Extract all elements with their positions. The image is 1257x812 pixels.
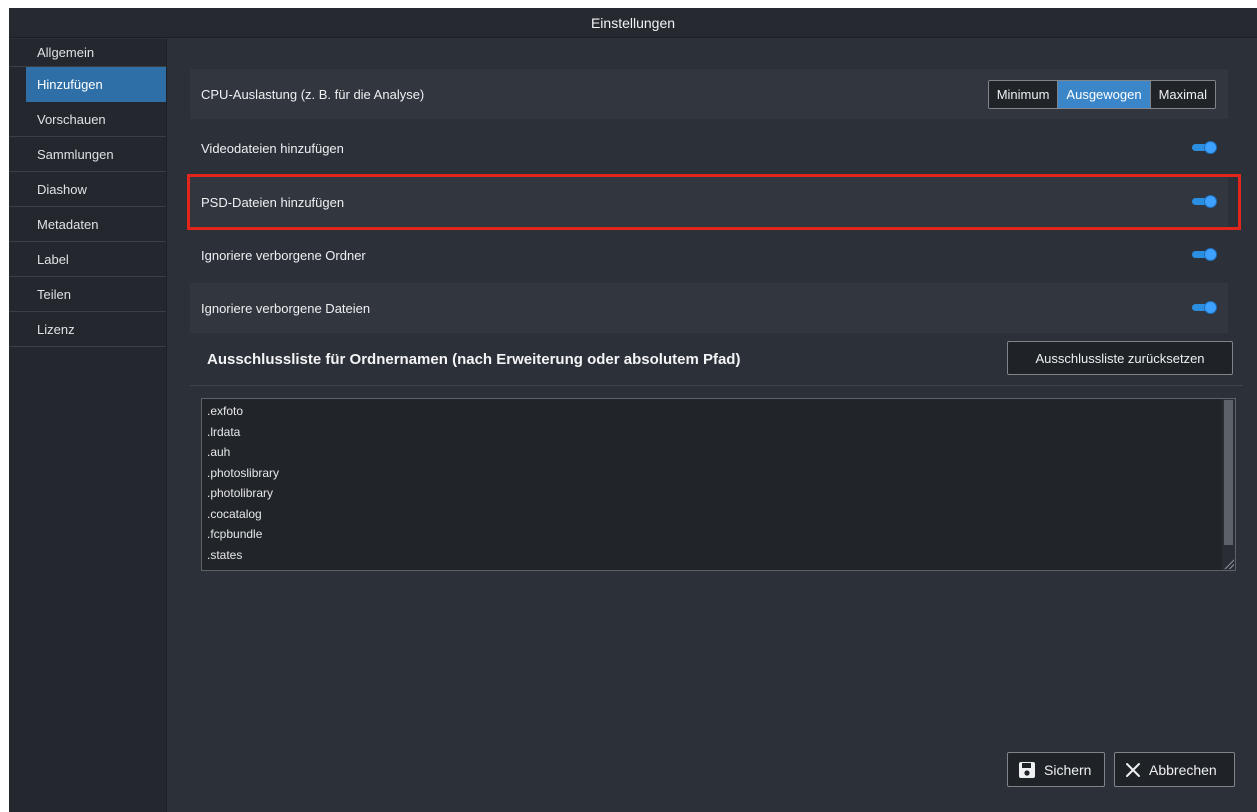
scrollbar-thumb[interactable] (1224, 400, 1233, 545)
videodateien-toggle[interactable] (1192, 141, 1217, 155)
settings-panel: CPU-Auslastung (z. B. für die Analyse) M… (167, 39, 1257, 812)
toggle-label: Ignoriere verborgene Dateien (201, 300, 371, 316)
cpu-option-maximal[interactable]: Maximal (1150, 80, 1215, 108)
exclusion-list-title: Ausschlussliste für Ordnernamen (nach Er… (207, 351, 741, 368)
sidebar-item-hinzufuegen[interactable]: Hinzufügen (26, 67, 166, 102)
exclusion-list-entries: .exfoto .lrdata .auh .photoslibrary .pho… (202, 399, 1235, 565)
cpu-usage-label: CPU-Auslastung (z. B. für die Analyse) (201, 86, 425, 102)
exclusion-entry: .cocatalog (207, 506, 262, 521)
floppy-disk-icon (1018, 761, 1036, 779)
toggle-label: PSD-Dateien hinzufügen (201, 194, 345, 210)
close-icon (1125, 762, 1141, 778)
cpu-option-ausgewogen[interactable]: Ausgewogen (1058, 80, 1151, 108)
toggle-row-verborgene-ordner: Ignoriere verborgene Ordner (190, 230, 1228, 280)
cancel-button[interactable]: Abbrechen (1114, 752, 1235, 787)
window-title: Einstellungen (9, 8, 1257, 38)
settings-window: Einstellungen Allgemein Hinzufügen Vorsc… (9, 8, 1257, 812)
toggle-row-verborgene-dateien: Ignoriere verborgene Dateien (190, 283, 1228, 333)
exclusion-entry: .fcpbundle (207, 527, 263, 541)
save-button-label: Sichern (1044, 761, 1092, 778)
verborgene-ordner-toggle[interactable] (1192, 248, 1217, 262)
exclusion-entry: .exfoto (207, 404, 244, 418)
sidebar: Allgemein Hinzufügen Vorschauen Sammlung… (9, 39, 167, 812)
cpu-usage-row: CPU-Auslastung (z. B. für die Analyse) M… (190, 69, 1228, 119)
exclusion-entry: .lrdata (207, 424, 241, 439)
sidebar-item-metadaten[interactable]: Metadaten (9, 207, 166, 242)
cpu-option-minimum[interactable]: Minimum (988, 80, 1059, 108)
resize-grip-icon[interactable] (1223, 558, 1234, 569)
sidebar-item-allgemein[interactable]: Allgemein (9, 39, 166, 67)
toggle-label: Ignoriere verborgene Ordner (201, 247, 366, 263)
reset-exclusion-list-button[interactable]: Ausschlussliste zurücksetzen (1007, 341, 1233, 375)
sidebar-item-teilen[interactable]: Teilen (9, 277, 166, 312)
cpu-usage-segmented-control: Minimum Ausgewogen Maximal (987, 79, 1216, 109)
toggle-row-psd: PSD-Dateien hinzufügen (190, 177, 1228, 227)
save-button[interactable]: Sichern (1007, 752, 1105, 787)
sidebar-item-diashow[interactable]: Diashow (9, 172, 166, 207)
divider (190, 385, 1243, 386)
psd-toggle[interactable] (1192, 195, 1217, 209)
textarea-scrollbar[interactable] (1222, 399, 1235, 570)
exclusion-entry: .auh (207, 445, 231, 459)
sidebar-item-label[interactable]: Label (9, 242, 166, 277)
toggle-label: Videodateien hinzufügen (201, 140, 344, 156)
cancel-button-label: Abbrechen (1149, 761, 1217, 778)
sidebar-item-lizenz[interactable]: Lizenz (9, 312, 166, 347)
exclusion-entry: .states (207, 547, 243, 562)
verborgene-dateien-toggle[interactable] (1192, 301, 1217, 315)
toggle-row-videodateien: Videodateien hinzufügen (190, 123, 1228, 173)
sidebar-item-vorschauen[interactable]: Vorschauen (9, 102, 166, 137)
exclusion-entry: .photolibrary (207, 486, 274, 500)
exclusion-list-textarea[interactable]: .exfoto .lrdata .auh .photoslibrary .pho… (201, 398, 1236, 571)
sidebar-item-sammlungen[interactable]: Sammlungen (9, 137, 166, 172)
exclusion-entry: .photoslibrary (207, 465, 280, 480)
